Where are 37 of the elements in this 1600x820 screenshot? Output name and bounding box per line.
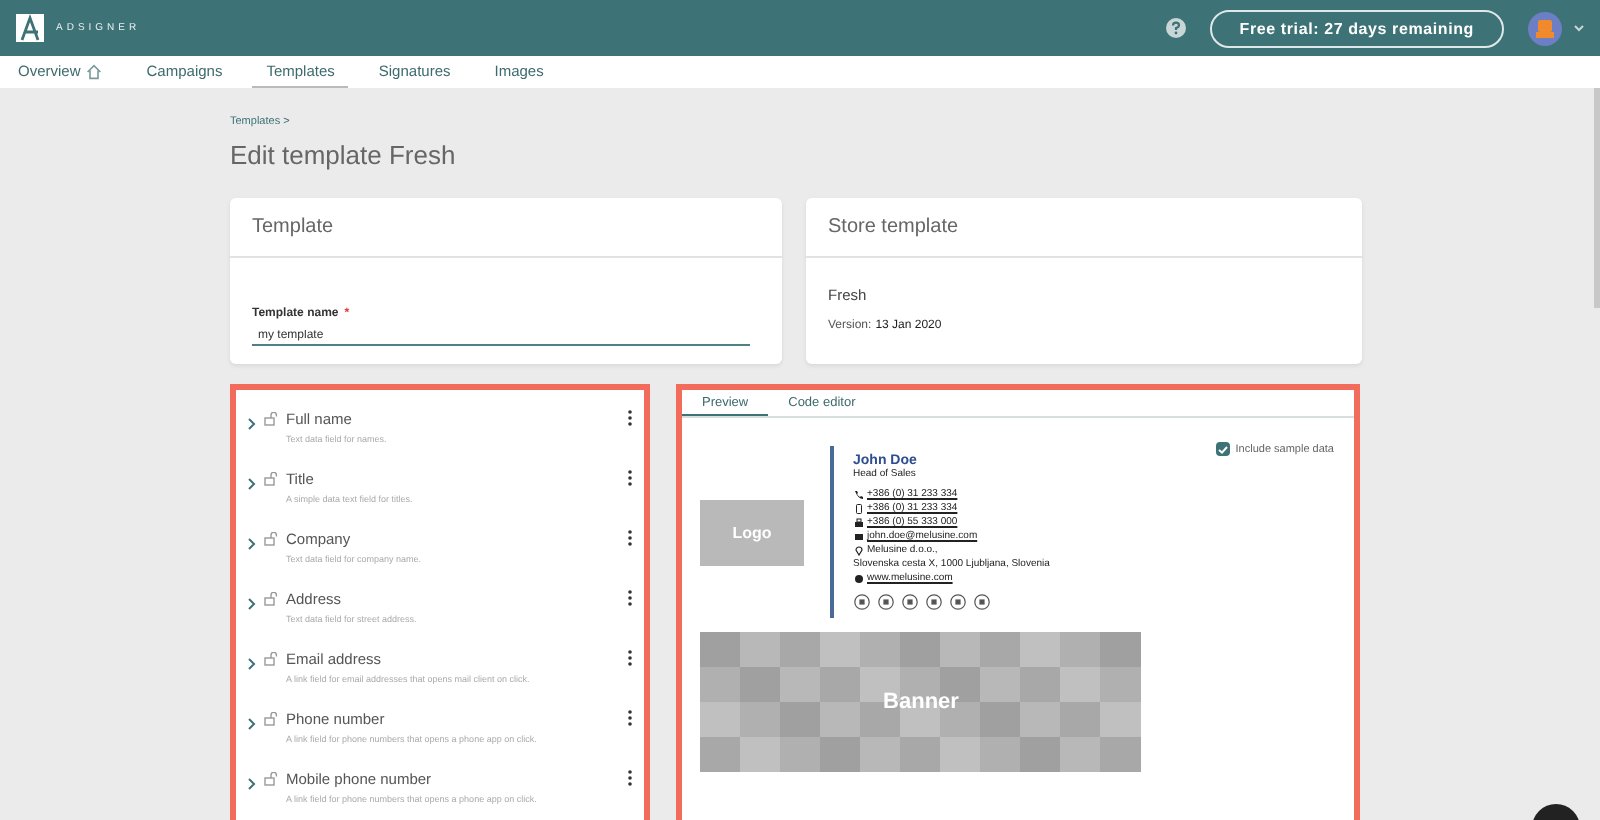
- lock-icon[interactable]: [264, 592, 278, 606]
- chevron-icon[interactable]: [248, 418, 256, 430]
- mobile-icon: [853, 504, 863, 514]
- chevron-icon[interactable]: [248, 538, 256, 550]
- globe-icon: [853, 574, 863, 584]
- chevron-icon[interactable]: [248, 658, 256, 670]
- banner-label: Banner: [883, 690, 959, 714]
- card-title: Store template: [806, 198, 1362, 258]
- logo-icon: [16, 14, 44, 42]
- social-icon[interactable]: [925, 594, 941, 610]
- lock-icon[interactable]: [264, 532, 278, 546]
- caret-icon[interactable]: [1574, 24, 1584, 32]
- phone-icon: [853, 490, 863, 500]
- social-icon[interactable]: [853, 594, 869, 610]
- lock-icon[interactable]: [264, 412, 278, 426]
- fax-icon: [853, 518, 863, 528]
- social-icon[interactable]: [901, 594, 917, 610]
- free-trial-button[interactable]: Free trial: 27 days remaining: [1209, 9, 1504, 47]
- email-icon: [853, 532, 863, 542]
- page-title: Edit template Fresh: [230, 140, 458, 170]
- social-icon[interactable]: [877, 594, 893, 610]
- pin-icon: [853, 546, 863, 556]
- social-icon[interactable]: [949, 594, 965, 610]
- social-icon[interactable]: [973, 594, 989, 610]
- card-title: Template: [230, 198, 782, 258]
- lock-icon[interactable]: [264, 772, 278, 786]
- lock-icon[interactable]: [264, 652, 278, 666]
- chevron-icon[interactable]: [248, 778, 256, 790]
- sample-data-checkbox[interactable]: [1215, 442, 1230, 456]
- logo-label: Logo: [732, 523, 772, 541]
- home-icon: [86, 63, 103, 79]
- lock-icon[interactable]: [264, 472, 278, 486]
- chevron-icon[interactable]: [248, 478, 256, 490]
- chevron-icon[interactable]: [248, 598, 256, 610]
- lock-icon[interactable]: [264, 712, 278, 726]
- help-icon[interactable]: [1165, 18, 1186, 38]
- chevron-icon[interactable]: [248, 718, 256, 730]
